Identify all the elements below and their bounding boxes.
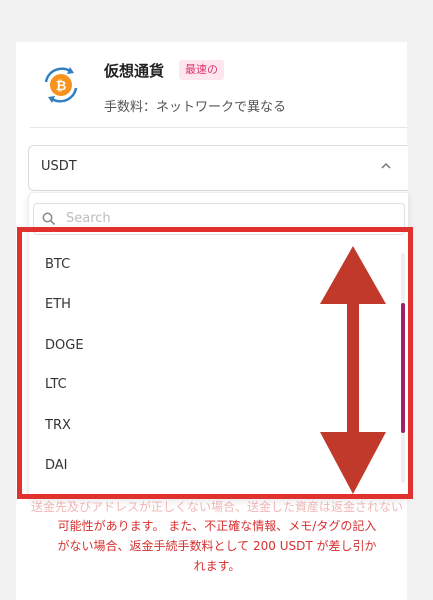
fastest-badge: 最速の (179, 60, 224, 80)
fee-text: 手数料：ネットワークで異なる (104, 100, 287, 115)
warning-line-2: がない場合、返金手続手数料として 200 USDT が差し引か (57, 539, 377, 553)
list-item-ltc[interactable]: LTC (45, 375, 67, 395)
search-input[interactable] (66, 208, 386, 228)
warning-line-0: 送金先及びアドレスが正しくない場合、送金した資産は返金されない (30, 500, 403, 514)
warning-line-3: れます。 (193, 559, 241, 573)
search-box[interactable] (33, 203, 405, 235)
currency-dropdown: BTC ETH DOGE LTC TRX DAI (28, 192, 408, 499)
bitcoin-exchange-icon: ₿ (44, 67, 78, 103)
list-item-trx[interactable]: TRX (45, 416, 71, 436)
list-item-eth[interactable]: ETH (45, 295, 71, 315)
scrollbar-thumb[interactable] (401, 303, 405, 433)
search-icon (42, 212, 56, 226)
svg-text:₿: ₿ (56, 79, 67, 94)
list-item-btc[interactable]: BTC (45, 255, 70, 275)
currency-select[interactable]: USDT (28, 145, 408, 191)
divider (30, 127, 407, 128)
selected-currency: USDT (41, 159, 77, 174)
warning-line-1: 可能性があります。 また、不正確な情報、メモ/タグの記入 (57, 519, 377, 533)
list-item-dai[interactable]: DAI (45, 456, 68, 476)
list-item-doge[interactable]: DOGE (45, 336, 84, 356)
chevron-up-icon[interactable] (378, 158, 394, 174)
page-title: 仮想通貨 (104, 62, 165, 80)
warning-text: 送金先及びアドレスが正しくない場合、送金した資産は返金されない 可能性があります… (18, 500, 416, 576)
